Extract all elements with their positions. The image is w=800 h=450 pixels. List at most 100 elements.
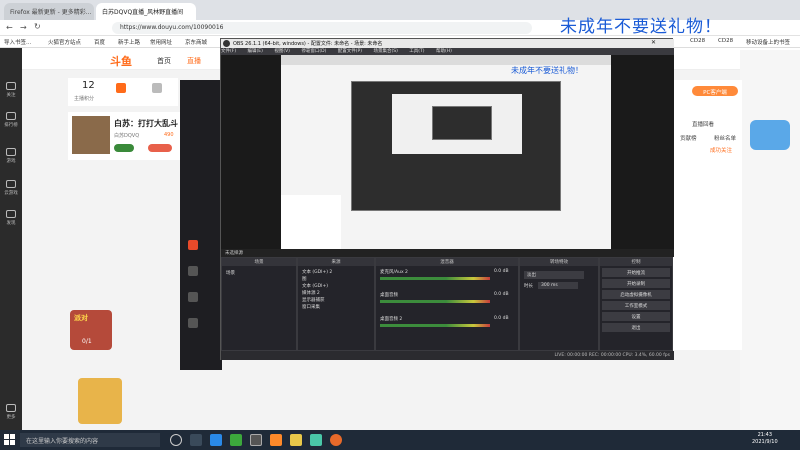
douyu-logo[interactable]: 斗鱼 xyxy=(110,53,132,69)
bookmark-item[interactable]: 京东商城 xyxy=(185,38,207,46)
sources-dock: 来源 文本 (GDI+) 2 图 文本 (GDI+) 媒体源 2 显示器捕获 窗… xyxy=(297,257,375,351)
nested-obs-2 xyxy=(432,106,492,140)
left-nav-label: 关注 xyxy=(6,93,16,98)
menu-help[interactable]: 帮助(H) xyxy=(436,49,452,54)
bookmark-item[interactable]: 导入书签... xyxy=(4,38,31,46)
forward-icon[interactable]: → xyxy=(20,23,27,32)
bookmark-item[interactable]: 移动设备上的书签 xyxy=(746,38,790,46)
streamer-card[interactable]: 白苏：打打大乱斗 白苏DQVQ 490 xyxy=(68,112,180,160)
tab-firefox[interactable]: Firefox 最新更新 - 更多精彩... xyxy=(4,3,94,20)
sources-header: 来源 xyxy=(298,258,374,266)
right-side-panel xyxy=(740,50,800,430)
bookmark-item[interactable]: 火狐官方站点 xyxy=(48,38,81,46)
cloud-game-icon[interactable] xyxy=(6,180,16,188)
virtual-camera-button[interactable]: 启动虚拟摄像机 xyxy=(602,290,670,299)
menu-profile[interactable]: 配置文件(P) xyxy=(338,49,362,54)
bookmark-item[interactable]: CD28 xyxy=(718,38,733,44)
contrib-tab[interactable]: 贡献榜 xyxy=(680,134,697,142)
menu-scenes[interactable]: 场景集合(S) xyxy=(373,49,397,54)
promo-banner[interactable] xyxy=(78,378,122,424)
tool-icon[interactable] xyxy=(188,292,198,302)
clock-date: 2021/9/10 xyxy=(752,439,778,445)
windows-taskbar: 在这里输入你要搜索的内容 21:43 2021/9/10 xyxy=(0,430,800,450)
menu-tools[interactable]: 工具(T) xyxy=(409,49,424,54)
party-promo[interactable]: 派对 0/1 xyxy=(70,310,112,350)
bookmark-item[interactable]: 新手上路 xyxy=(118,38,140,46)
transition-select[interactable]: 淡出 xyxy=(524,271,584,279)
start-recording-button[interactable]: 开始录制 xyxy=(602,279,670,288)
xbox-icon[interactable] xyxy=(230,434,242,446)
game-icon[interactable] xyxy=(6,148,16,156)
tab-douyu[interactable]: 白苏DQVQ直播_风林野直播间 xyxy=(96,3,196,20)
stat-label: 主播积分 xyxy=(74,96,95,102)
obs-window: OBS 26.1.1 (64-bit, windows) - 配置文件: 未命名… xyxy=(220,38,674,360)
level-badge xyxy=(114,144,134,152)
folder-icon[interactable] xyxy=(290,434,302,446)
bookmark-item[interactable]: 百度 xyxy=(94,38,105,46)
right-info-panel: PC客户端 直播回看 贡献榜 粉丝名单 成功关注 xyxy=(672,80,742,350)
promo-count: 0/1 xyxy=(82,338,92,345)
reload-icon[interactable]: ↻ xyxy=(34,22,41,31)
mixer-channel-name: 桌面音频 xyxy=(380,293,398,298)
event-banner[interactable] xyxy=(750,120,790,150)
source-item[interactable]: 显示器捕获 xyxy=(302,297,325,303)
source-item[interactable]: 文本 (GDI+) 2 xyxy=(302,269,332,275)
mixer-channel-name: 桌面音频 2 xyxy=(380,317,403,322)
clock-time: 21:43 xyxy=(757,432,773,438)
clock[interactable]: 21:43 2021/9/10 xyxy=(752,432,778,446)
preview-watermark: 未成年不要送礼物！ xyxy=(511,66,583,75)
obs-taskbar-icon[interactable] xyxy=(250,434,262,446)
douyu-taskbar-icon[interactable] xyxy=(270,434,282,446)
stat-value: 12 xyxy=(82,80,95,91)
edge-icon[interactable] xyxy=(210,434,222,446)
douyu-left-nav: 关注 排行榜 游戏 云游戏 发现 更多 xyxy=(0,48,22,430)
follow-icon[interactable] xyxy=(6,82,16,90)
left-nav-label: 更多 xyxy=(6,415,16,420)
pc-client-button[interactable]: PC客户端 xyxy=(692,86,738,96)
app-icon[interactable] xyxy=(310,434,322,446)
stream-assistant-panel xyxy=(180,80,222,370)
back-icon[interactable]: ← xyxy=(6,23,13,32)
audio-meter xyxy=(380,300,490,303)
source-item[interactable]: 窗口采集 xyxy=(302,304,320,310)
start-streaming-button[interactable]: 开始推流 xyxy=(602,268,670,277)
obs-preview[interactable]: 未成年不要送礼物！ xyxy=(221,55,674,249)
menu-view[interactable]: 视图(V) xyxy=(274,49,290,54)
taskview-icon[interactable] xyxy=(190,434,202,446)
nested-browser-bar xyxy=(281,55,611,65)
nav-live[interactable]: 直播 xyxy=(187,56,201,66)
tool-icon[interactable] xyxy=(188,266,198,276)
firefox-icon[interactable] xyxy=(330,434,342,446)
tool-icon[interactable] xyxy=(188,240,198,250)
studio-mode-button[interactable]: 工作室模式 xyxy=(602,301,670,310)
fans-tab[interactable]: 粉丝名单 xyxy=(714,134,736,142)
stat-icon xyxy=(152,83,162,93)
search-input[interactable]: 在这里输入你要搜索的内容 xyxy=(20,433,160,447)
tool-icon[interactable] xyxy=(188,318,198,328)
cortana-icon[interactable] xyxy=(170,434,182,446)
start-icon[interactable] xyxy=(4,434,15,445)
left-nav-label: 排行榜 xyxy=(4,123,18,128)
exit-button[interactable]: 退出 xyxy=(602,323,670,332)
url-bar[interactable]: https://www.douyu.com/10090016 xyxy=(112,22,532,34)
bookmark-item[interactable]: 常用网址 xyxy=(150,38,172,46)
discover-icon[interactable] xyxy=(6,210,16,218)
replay-link[interactable]: 直播回看 xyxy=(692,120,714,128)
menu-file[interactable]: 文件(F) xyxy=(221,49,236,54)
duration-input[interactable]: 300 ms xyxy=(538,282,578,289)
more-icon[interactable] xyxy=(6,404,16,412)
nav-home[interactable]: 首页 xyxy=(157,56,171,66)
left-nav-label: 发现 xyxy=(6,221,16,226)
rank-icon[interactable] xyxy=(6,112,16,120)
menu-edit[interactable]: 编辑(E) xyxy=(248,49,263,54)
menu-docks[interactable]: 停靠窗口(D) xyxy=(301,49,326,54)
bookmark-item[interactable]: CD28 xyxy=(690,38,705,44)
controls-dock: 控制 开始推流 开始录制 启动虚拟摄像机 工作室模式 设置 退出 xyxy=(599,257,673,351)
source-item[interactable]: 媒体源 2 xyxy=(302,290,320,296)
settings-button[interactable]: 设置 xyxy=(602,312,670,321)
source-item[interactable]: 文本 (GDI+) xyxy=(302,283,328,289)
source-item[interactable]: 图 xyxy=(302,276,307,282)
scene-item[interactable]: 场景 xyxy=(226,270,235,276)
close-icon[interactable]: ✕ xyxy=(651,39,656,46)
avatar[interactable] xyxy=(72,116,110,154)
